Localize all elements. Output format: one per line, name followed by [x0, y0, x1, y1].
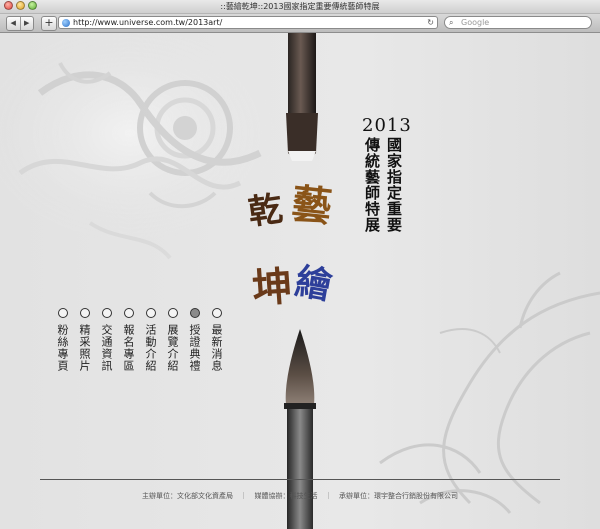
- nav-dot-icon[interactable]: [167, 308, 178, 318]
- nav-dot-icon[interactable]: [57, 308, 68, 318]
- nav-dot-icon[interactable]: [123, 308, 134, 318]
- exhibition-title-line-1: 國家指定重要: [385, 137, 403, 233]
- nav-item-news[interactable]: 最新消息: [210, 308, 223, 372]
- dragon-sketch: [379, 271, 600, 514]
- browser-toolbar: ◀ ▶ + http://www.universe.com.tw/2013art…: [0, 14, 600, 33]
- nav-label[interactable]: 授證典禮: [188, 324, 201, 372]
- nav-item-registration[interactable]: 報名專區: [122, 308, 135, 372]
- nav-item-transportation[interactable]: 交通資訊: [100, 308, 113, 372]
- nav-dot-active-icon[interactable]: [189, 308, 200, 318]
- nav-label[interactable]: 交通資訊: [100, 324, 113, 372]
- nav-label[interactable]: 報名專區: [122, 324, 135, 372]
- calligraphy-kun: 坤: [250, 262, 294, 313]
- search-input[interactable]: ⌕ Google: [444, 16, 592, 29]
- title-bar: ::藝繪乾坤::2013國家指定重要傳統藝師特展: [0, 0, 600, 14]
- footer-separator: ｜: [324, 492, 332, 500]
- footer-media: 媒體協辦：科技生活: [254, 492, 318, 500]
- nav-item-fan-page[interactable]: 粉絲專頁: [56, 308, 69, 372]
- address-bar[interactable]: http://www.universe.com.tw/2013art/ ↻: [58, 16, 438, 29]
- web-page: 2013 國家指定重要 傳統藝師特展 乾 坤 藝 繪 粉絲專頁 精采照片 交通資…: [0, 33, 600, 529]
- carved-dragon-texture: [0, 33, 280, 260]
- nav-item-ceremony[interactable]: 授證典禮: [188, 308, 201, 372]
- nav-dot-icon[interactable]: [211, 308, 222, 318]
- footer-organizer: 主辦單位：文化部文化資產局: [142, 492, 234, 500]
- nav-label[interactable]: 粉絲專頁: [56, 324, 69, 372]
- footer-contractor: 承辦單位：環宇整合行銷股份有限公司: [338, 492, 458, 500]
- footer-divider: [40, 479, 560, 480]
- url-text[interactable]: http://www.universe.com.tw/2013art/: [73, 17, 222, 29]
- history-buttons: ◀ ▶: [6, 16, 34, 31]
- footer-separator: ｜: [240, 492, 248, 500]
- globe-icon: [62, 19, 70, 27]
- nav-label[interactable]: 精采照片: [78, 324, 91, 372]
- browser-window: ::藝繪乾坤::2013國家指定重要傳統藝師特展 ◀ ▶ + http://ww…: [0, 0, 600, 529]
- add-bookmark-button[interactable]: +: [41, 16, 57, 31]
- nav-item-activities[interactable]: 活動介紹: [144, 308, 157, 372]
- chisel-illustration: [286, 33, 318, 161]
- forward-button[interactable]: ▶: [19, 17, 34, 30]
- nav-dot-icon[interactable]: [79, 308, 90, 318]
- exhibition-year: 2013: [362, 115, 412, 136]
- search-placeholder: Google: [461, 18, 490, 27]
- search-icon: ⌕: [449, 18, 454, 27]
- nav-item-exhibition[interactable]: 展覽介紹: [166, 308, 179, 372]
- nav-dot-icon[interactable]: [145, 308, 156, 318]
- nav-label[interactable]: 展覽介紹: [166, 324, 179, 372]
- window-title: ::藝繪乾坤::2013國家指定重要傳統藝師特展: [220, 2, 380, 11]
- nav-label[interactable]: 最新消息: [210, 324, 223, 372]
- nav-dot-icon[interactable]: [101, 308, 112, 318]
- footer-credits: 主辦單位：文化部文化資產局 ｜ 媒體協辦：科技生活 ｜ 承辦單位：環宇整合行銷股…: [0, 491, 600, 501]
- main-navigation: 粉絲專頁 精采照片 交通資訊 報名專區 活動介紹 展覽介紹 授證典禮 最新消息: [56, 308, 223, 372]
- nav-label[interactable]: 活動介紹: [144, 324, 157, 372]
- back-button[interactable]: ◀: [7, 17, 20, 30]
- nav-item-photos[interactable]: 精采照片: [78, 308, 91, 372]
- calligraphy-yi: 藝: [289, 180, 334, 231]
- exhibition-title-line-2: 傳統藝師特展: [363, 137, 381, 233]
- calligraphy-qian: 乾: [245, 188, 286, 234]
- reload-icon[interactable]: ↻: [427, 17, 434, 29]
